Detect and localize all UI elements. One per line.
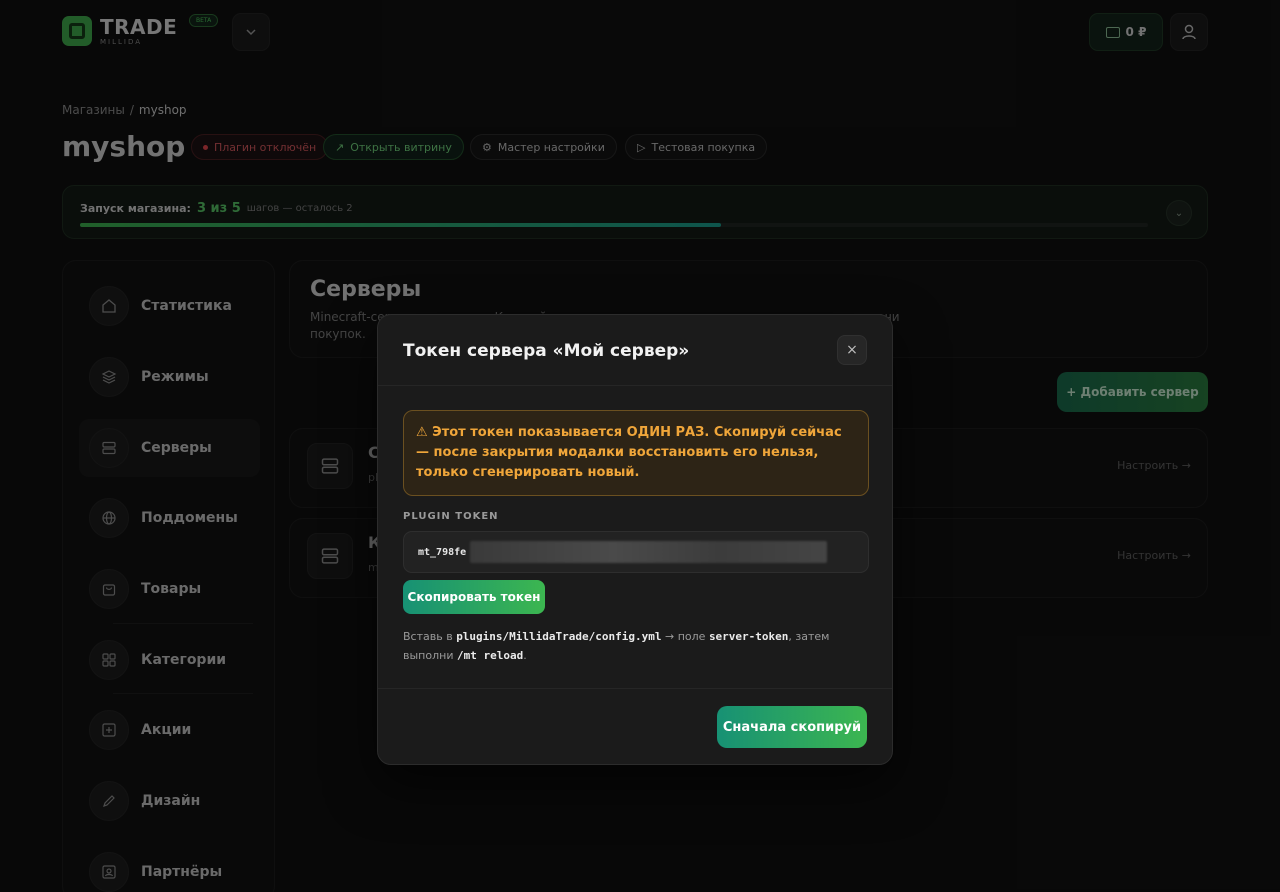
close-icon: × [846,342,858,358]
token-field[interactable]: mt_798fe [403,531,869,573]
modal-divider [378,385,892,386]
reload-command: /mt reload [456,649,524,662]
token-masked-value [470,541,828,563]
warning-alert: ⚠ Этот токен показывается ОДИН РАЗ. Скоп… [403,410,869,496]
confirm-button[interactable]: Сначала скопируй [717,706,867,748]
page: TRADE MILLIDA BETA 0 ₽ Магазины / myshop… [0,0,1280,892]
config-field: server-token [708,630,789,643]
instructions-text: Вставь в [403,630,457,643]
modal-title: Токен сервера «Мой сервер» [403,341,690,361]
instructions: Вставь в plugins/MillidaTrade/config.yml… [403,627,869,665]
config-path: plugins/MillidaTrade/config.yml [456,630,662,643]
token-prefix: mt_798fe [418,546,467,558]
instructions-text: → поле [661,630,709,643]
close-button[interactable]: × [837,335,867,365]
token-modal: Токен сервера «Мой сервер» × ⚠ Этот токе… [377,314,893,765]
instructions-text: . [523,649,527,662]
modal-divider [378,688,892,689]
copy-token-button[interactable]: Скопировать токен [403,580,545,614]
token-label: PLUGIN TOKEN [403,511,499,522]
